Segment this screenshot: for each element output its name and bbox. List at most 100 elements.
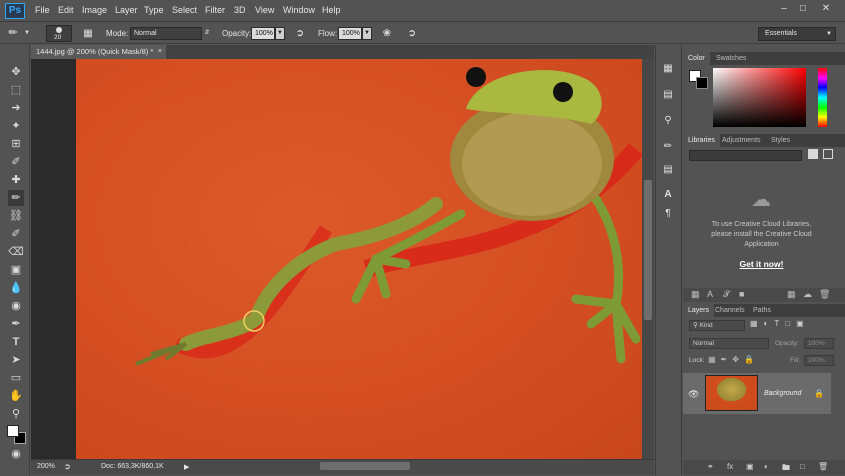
new-group-icon[interactable]: 🖿	[782, 462, 790, 476]
history-panel-icon[interactable]: ▦	[661, 62, 675, 76]
color-picker-field[interactable]	[713, 68, 806, 127]
type-tool-icon[interactable]: T	[8, 334, 24, 350]
vertical-scroll-thumb[interactable]	[644, 180, 652, 320]
zoom-tool-icon[interactable]: ⚲	[8, 406, 24, 422]
quick-mask-icon[interactable]: ◉	[8, 446, 24, 462]
add-mask-icon[interactable]: ▣	[746, 462, 754, 471]
paragraph-panel-icon[interactable]: ¶	[661, 207, 675, 221]
path-selection-tool-icon[interactable]: ➤	[8, 352, 24, 368]
zoom-level[interactable]: 200%	[37, 463, 55, 470]
move-tool-icon[interactable]: ✥	[8, 64, 24, 80]
lock-icons[interactable]: ▦✒✥🔒	[708, 355, 768, 366]
menu-help[interactable]: Help	[322, 5, 341, 15]
tab-paths[interactable]: Paths	[748, 304, 776, 317]
eyedropper-tool-icon[interactable]: ✐	[8, 154, 24, 170]
airbrush-icon[interactable]: ❀	[380, 27, 394, 40]
delete-icon[interactable]: 🗑	[819, 289, 830, 300]
menu-select[interactable]: Select	[172, 5, 197, 15]
layer-opacity-input[interactable]: 100%	[804, 338, 834, 349]
history-brush-tool-icon[interactable]: ✐	[8, 226, 24, 242]
fill-input[interactable]: 100%	[804, 355, 834, 366]
tab-styles[interactable]: Styles	[766, 134, 795, 147]
marquee-tool-icon[interactable]: ⬚	[8, 82, 24, 98]
quick-selection-tool-icon[interactable]: ✦	[8, 118, 24, 134]
layer-style-icon[interactable]: fx	[727, 462, 733, 471]
menu-file[interactable]: File	[35, 5, 50, 15]
list-view-icon[interactable]	[823, 149, 833, 159]
menu-image[interactable]: Image	[82, 5, 107, 15]
dodge-tool-icon[interactable]: ◉	[8, 298, 24, 314]
menu-filter[interactable]: Filter	[205, 5, 225, 15]
document-image[interactable]	[76, 59, 642, 459]
tab-color[interactable]: Color	[683, 52, 710, 65]
opacity-input[interactable]: 100%	[251, 27, 275, 40]
restore-icon[interactable]: □	[795, 2, 811, 15]
pressure-opacity-icon[interactable]: ➲	[293, 27, 307, 40]
flow-input[interactable]: 100%	[338, 27, 362, 40]
new-layer-icon[interactable]: □	[800, 462, 805, 471]
visibility-eye-icon[interactable]: 👁	[688, 389, 699, 400]
brush-panel-icon[interactable]: ▦	[81, 27, 95, 40]
grid-view-icon[interactable]	[808, 149, 818, 159]
layer-filter-icons[interactable]: ▦◐T□▣	[750, 319, 830, 331]
close-tab-icon[interactable]: ×	[158, 45, 162, 59]
status-menu-icon[interactable]: ▶	[184, 463, 189, 471]
link-layers-icon[interactable]: ⚭	[707, 462, 714, 471]
menu-edit[interactable]: Edit	[58, 5, 74, 15]
healing-brush-tool-icon[interactable]: ✚	[8, 172, 24, 188]
tab-swatches[interactable]: Swatches	[711, 52, 751, 65]
blend-mode-select[interactable]: Normal	[689, 338, 769, 349]
hue-slider[interactable]	[818, 68, 827, 127]
canvas-area[interactable]	[31, 59, 642, 459]
get-it-now-link[interactable]: Get it now!	[689, 259, 834, 269]
crop-tool-icon[interactable]: ⊞	[8, 136, 24, 152]
color-swatches[interactable]	[6, 424, 28, 446]
document-tab[interactable]: 1444.jpg @ 200% (Quick Mask/8) * ×	[31, 45, 166, 59]
layer-name[interactable]: Background	[764, 390, 801, 397]
character-panel-icon[interactable]: A	[661, 188, 675, 202]
hand-tool-icon[interactable]: ✋	[8, 388, 24, 404]
pressure-size-icon[interactable]: ➲	[405, 27, 419, 40]
tab-channels[interactable]: Channels	[710, 304, 750, 317]
adjustment-layer-icon[interactable]: ◐	[764, 462, 769, 471]
horizontal-scroll-thumb[interactable]	[320, 462, 410, 470]
pen-tool-icon[interactable]: ✒	[8, 316, 24, 332]
layer-filter-select[interactable]: ⚲ Kind	[689, 320, 745, 331]
lasso-tool-icon[interactable]: ➔	[8, 100, 24, 116]
brush-tool-preset-icon[interactable]: ✏	[6, 27, 20, 40]
flow-dropdown-icon[interactable]: ▼	[362, 27, 372, 40]
tab-adjustments[interactable]: Adjustments	[717, 134, 766, 147]
info-panel-icon[interactable]: ⚲	[661, 114, 675, 128]
sync-icon[interactable]: ☁	[803, 289, 812, 300]
add-graphic-icon[interactable]: ▦	[691, 289, 700, 300]
properties-panel-icon[interactable]: ▤	[661, 88, 675, 102]
add-text-icon[interactable]: 𝓣	[723, 289, 730, 300]
workspace-select[interactable]: Essentials ▼	[758, 27, 836, 41]
menu-view[interactable]: View	[255, 5, 274, 15]
add-character-style-icon[interactable]: A	[707, 289, 713, 299]
delete-layer-icon[interactable]: 🗑	[818, 462, 828, 471]
rectangle-tool-icon[interactable]: ▭	[8, 370, 24, 386]
clone-stamp-tool-icon[interactable]: ⛓	[8, 208, 24, 224]
gradient-tool-icon[interactable]: ▣	[8, 262, 24, 278]
eraser-tool-icon[interactable]: ⌫	[8, 244, 24, 260]
minimize-icon[interactable]: –	[776, 2, 792, 15]
menu-layer[interactable]: Layer	[115, 5, 138, 15]
brush-tool-icon[interactable]: ✏	[8, 190, 24, 206]
status-share-icon[interactable]: ➲	[64, 462, 71, 471]
tab-libraries[interactable]: Libraries	[683, 134, 720, 147]
brush-size-picker[interactable]: 20	[46, 25, 72, 42]
mode-chevron-icon[interactable]: ⇵	[202, 27, 212, 40]
brush-panel-icon[interactable]: ▤	[661, 163, 675, 177]
opacity-dropdown-icon[interactable]: ▼	[275, 27, 285, 40]
brush-presets-icon[interactable]: ✏	[661, 140, 675, 154]
menu-3d[interactable]: 3D	[234, 5, 246, 15]
mode-select[interactable]: Normal	[130, 27, 202, 40]
menu-type[interactable]: Type	[144, 5, 164, 15]
close-icon[interactable]: ✕	[818, 2, 834, 15]
menu-window[interactable]: Window	[283, 5, 315, 15]
foreground-color-swatch[interactable]	[7, 425, 19, 437]
stock-icon[interactable]: ▦	[787, 289, 796, 300]
add-color-icon[interactable]: ■	[739, 289, 744, 299]
blur-tool-icon[interactable]: 💧	[8, 280, 24, 296]
